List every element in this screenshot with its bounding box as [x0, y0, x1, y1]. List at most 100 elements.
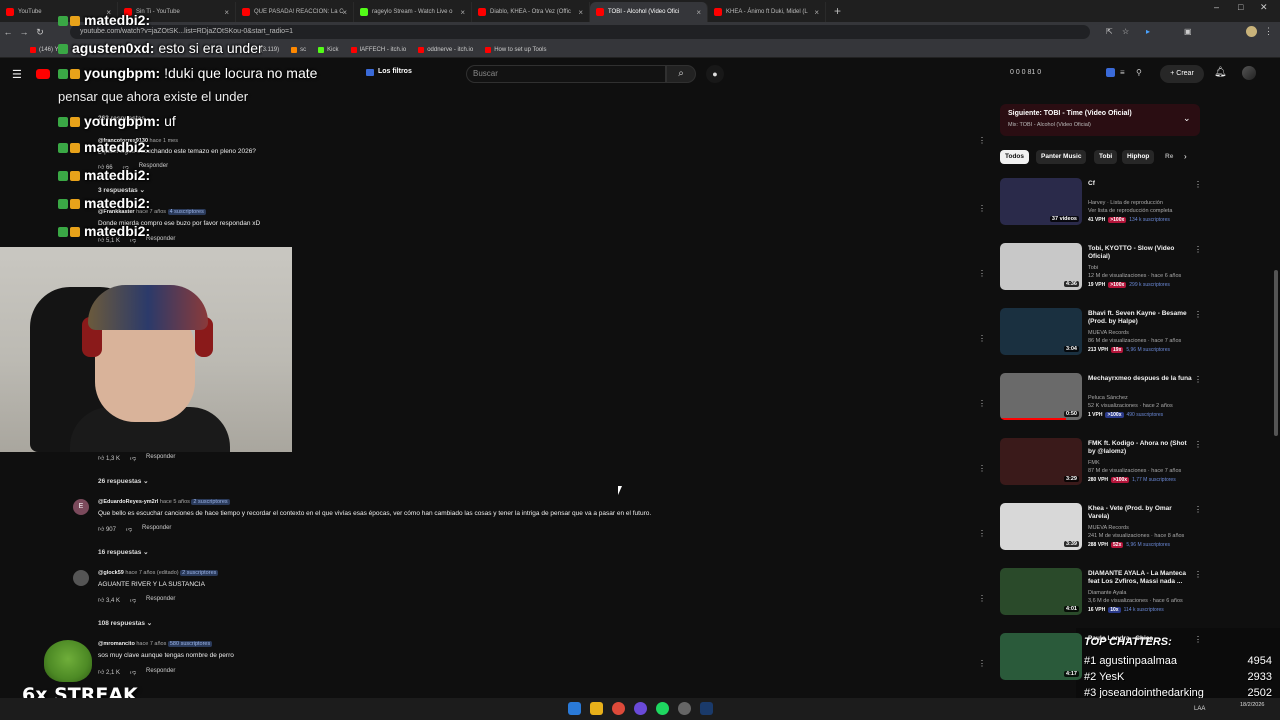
kebab-menu-icon[interactable]: ⋮ [1194, 375, 1202, 384]
video-title[interactable]: Mechayrxmeo despues de la funa [1088, 375, 1192, 383]
install-icon[interactable]: ⇱ [1106, 27, 1113, 36]
video-channel[interactable]: Harvey · Lista de reproducción [1088, 200, 1163, 206]
browser-tab[interactable]: Diablo, KHEA - Otra Vez (Offic × [472, 2, 590, 22]
dislike-button[interactable]: 👎︎ [130, 668, 136, 676]
video-channel[interactable]: Diamante Ayala [1088, 590, 1126, 596]
video-title[interactable]: Cf [1088, 180, 1192, 188]
video-channel[interactable]: Tobi [1088, 265, 1098, 271]
kebab-menu-icon[interactable]: ⋮ [978, 464, 986, 473]
bookmark-item[interactable]: oddnerve - itch.io [418, 46, 473, 53]
close-icon[interactable]: × [578, 8, 583, 17]
back-icon[interactable]: ← [0, 27, 16, 37]
forward-icon[interactable]: → [16, 27, 32, 37]
avatar[interactable] [73, 570, 89, 586]
filters-button[interactable]: Los filtros [378, 68, 412, 75]
kebab-menu-icon[interactable]: ⋮ [1194, 180, 1202, 189]
kebab-menu-icon[interactable]: ⋮ [978, 136, 986, 145]
chip-todos[interactable]: Todos [1000, 150, 1030, 164]
language-indicator[interactable]: LAA [1194, 706, 1205, 712]
chip-overflow[interactable]: Re [1160, 150, 1178, 164]
notifications-bell-icon[interactable]: 🔔︎ [1214, 67, 1227, 78]
microphone-icon[interactable]: ● [706, 65, 724, 83]
video-title[interactable]: Tobi, KYOTTO - Slow (Video Oficial) [1088, 245, 1192, 261]
video-channel[interactable]: Peluca Sánchez [1088, 395, 1128, 401]
bookmark-item[interactable]: (146) Y [30, 46, 59, 53]
browser-tab[interactable]: KHEA - Ánimo ft Duki, Midel (L × [708, 2, 826, 22]
maximize-button[interactable]: □ [1238, 2, 1243, 12]
extensions-icon[interactable]: ▣ [1184, 27, 1192, 36]
chip-panter-music[interactable]: Panter Music [1036, 150, 1087, 164]
browser-tab[interactable]: rageylo Stream - Watch Live o × [354, 2, 472, 22]
chevron-down-icon[interactable]: ⌄ [1183, 113, 1191, 124]
video-channel[interactable]: FMK [1088, 460, 1100, 466]
chrome-icon[interactable] [612, 702, 625, 715]
page-scrollbar[interactable] [1274, 270, 1278, 436]
reply-button[interactable]: Responder [146, 668, 175, 676]
video-thumbnail[interactable]: 4:01 [1000, 568, 1082, 615]
video-title[interactable]: FMK ft. Kodigo - Ahora no (Shot by @lalo… [1088, 440, 1192, 456]
create-button[interactable]: + Crear [1160, 65, 1204, 83]
video-title[interactable]: Paulo Londra - Chica [1088, 635, 1192, 643]
spotify-icon[interactable] [656, 702, 669, 715]
dislike-button[interactable]: 👎︎ [130, 454, 136, 462]
kebab-menu-icon[interactable]: ⋮ [978, 399, 986, 408]
avatar[interactable] [1242, 66, 1256, 80]
video-thumbnail[interactable]: 37 videos [1000, 178, 1082, 225]
like-button[interactable]: 👍︎ 3,4 K [98, 596, 120, 604]
avatar[interactable]: E [73, 499, 89, 515]
video-title[interactable]: Khea - Vete (Prod. by Omar Varela) [1088, 505, 1192, 521]
file-explorer-icon[interactable] [590, 702, 603, 715]
hamburger-menu-icon[interactable]: ☰ [12, 68, 22, 81]
steam-icon[interactable] [700, 702, 713, 715]
like-button[interactable]: 👍︎ 2,1 K [98, 668, 120, 676]
system-clock[interactable]: 18/2/2026 [1240, 701, 1264, 709]
reply-button[interactable]: Responder [142, 525, 171, 533]
dislike-button[interactable]: 👎︎ [126, 525, 132, 533]
kebab-menu-icon[interactable]: ⋮ [978, 334, 986, 343]
reply-button[interactable]: Responder [146, 454, 175, 462]
bookmark-item[interactable]: (3.119) [261, 47, 280, 53]
search-icon[interactable]: ⌕ [666, 65, 696, 83]
chevron-right-icon[interactable]: › [1184, 152, 1187, 161]
video-title[interactable]: Bhavi ft. Seven Kayne - Besame (Prod. by… [1088, 310, 1192, 326]
video-thumbnail[interactable]: 4:36 [1000, 243, 1082, 290]
address-bar[interactable]: youtube.com/watch?v=jaZOtSK...list=RDjaZ… [70, 25, 1090, 39]
like-button[interactable]: 👍︎ 1,3 K [98, 454, 120, 462]
kebab-menu-icon[interactable]: ⋮ [978, 659, 986, 668]
windows-start-icon[interactable] [568, 702, 581, 715]
star-icon[interactable]: ☆ [1122, 27, 1129, 36]
video-channel[interactable]: MUEVA Records [1088, 330, 1129, 336]
pin-icon[interactable]: ⚲ [1136, 68, 1142, 77]
kebab-menu-icon[interactable]: ⋮ [1264, 26, 1273, 37]
kebab-menu-icon[interactable]: ⋮ [1194, 440, 1202, 449]
bookmark-item[interactable]: sc [291, 46, 306, 53]
reply-button[interactable]: Responder [146, 596, 175, 604]
extension-icon[interactable]: ▸ [1146, 27, 1150, 36]
youtube-logo[interactable] [36, 69, 50, 79]
kebab-menu-icon[interactable]: ⋮ [978, 204, 986, 213]
video-thumbnail[interactable]: 0:50 [1000, 373, 1082, 420]
kebab-menu-icon[interactable]: ⋮ [1194, 505, 1202, 514]
close-icon[interactable]: × [342, 8, 347, 17]
chip-hiphop[interactable]: Hiphop [1122, 150, 1155, 164]
dislike-button[interactable]: 👎︎ [130, 596, 136, 604]
close-icon[interactable]: × [696, 8, 701, 17]
app-icon[interactable] [678, 702, 691, 715]
minimize-button[interactable]: – [1214, 2, 1219, 12]
bookmark-item[interactable]: How to set up Tools [485, 46, 546, 53]
like-button[interactable]: 👍︎ 907 [98, 525, 116, 533]
kebab-menu-icon[interactable]: ⋮ [1194, 570, 1202, 579]
kebab-menu-icon[interactable]: ⋮ [978, 529, 986, 538]
list-icon[interactable]: ≡ [1120, 68, 1125, 77]
browser-tab-active[interactable]: TOBI - Alcohol (Video Ofici × [590, 2, 708, 22]
video-thumbnail[interactable]: 3:39 [1000, 503, 1082, 550]
replies-toggle[interactable]: 108 respuestas ⌄ [98, 619, 152, 627]
kebab-menu-icon[interactable]: ⋮ [1194, 245, 1202, 254]
kebab-menu-icon[interactable]: ⋮ [978, 594, 986, 603]
obs-icon[interactable] [634, 702, 647, 715]
video-thumbnail[interactable]: 3:04 [1000, 308, 1082, 355]
close-icon[interactable]: × [814, 8, 819, 17]
browser-tab[interactable]: QUE PASADA! REACCION: La C × [236, 2, 354, 22]
kebab-menu-icon[interactable]: ⋮ [1194, 635, 1202, 644]
video-thumbnail[interactable]: 4:17 [1000, 633, 1082, 680]
